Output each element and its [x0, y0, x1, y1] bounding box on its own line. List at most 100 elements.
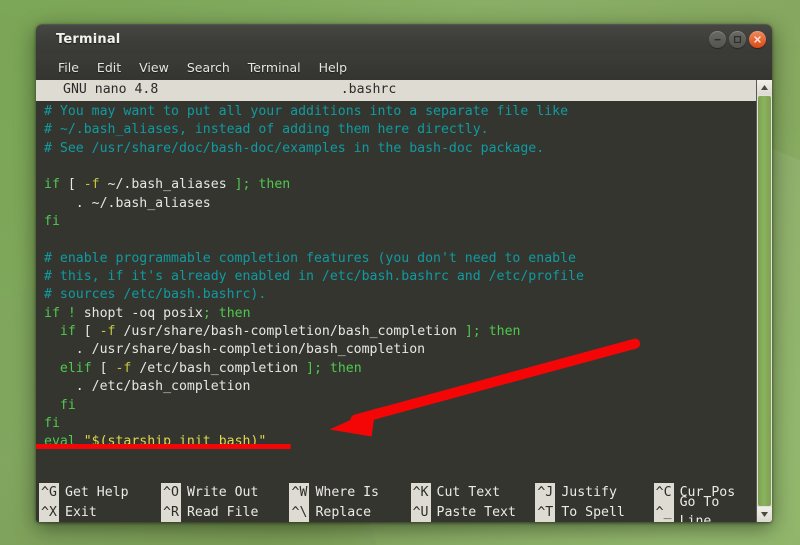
shortcut-key: ^J — [535, 483, 556, 503]
menu-item-edit[interactable]: Edit — [88, 57, 130, 78]
code-line: # this, if it's already enabled in /etc/… — [44, 268, 756, 286]
shortcut-label: Paste Text — [436, 504, 516, 520]
shortcut-label: Read File — [186, 504, 259, 520]
code-span-pl: /usr/share/bash-completion/bash_completi… — [115, 324, 465, 340]
shortcut-key: ^C — [653, 483, 674, 503]
shortcut-exit[interactable]: ^X Exit — [39, 502, 161, 522]
code-span-pl — [60, 306, 68, 321]
shortcut-get-help[interactable]: ^G Get Help — [39, 483, 161, 503]
shortcut-key: ^X — [39, 502, 59, 522]
shortcut-label: Go To Line — [679, 494, 720, 522]
shortcut-justify[interactable]: ^J Justify — [535, 483, 653, 503]
code-line: eval "$(starship init bash)" — [44, 433, 756, 451]
shortcut-label: Justify — [561, 485, 617, 500]
code-line: . /usr/share/bash-completion/bash_comple… — [44, 341, 756, 359]
code-span-pl: [ — [91, 360, 116, 376]
scroll-up-icon — [761, 85, 768, 90]
code-span-kw: ]; — [234, 177, 251, 193]
code-span-kw: elif — [59, 360, 92, 376]
window-titlebar[interactable]: Terminal — [36, 24, 772, 54]
code-span-kw: then — [258, 177, 291, 193]
code-span-cmt: # this, if it's already enabled in /etc/… — [44, 269, 584, 285]
code-span-str: "$(starship init bash)" — [83, 434, 267, 450]
code-span-kw: ]; — [306, 360, 322, 376]
code-span-pl — [44, 324, 60, 339]
code-span-cmt: # You may want to put all your additions… — [44, 104, 569, 119]
scroll-down-icon — [761, 512, 768, 517]
code-line: # You may want to put all your additions… — [44, 103, 756, 121]
shortcut-cut-text[interactable]: ^K Cut Text — [410, 483, 536, 503]
code-line: . ~/.bash_aliases — [44, 195, 756, 213]
code-line: # ~/.bash_aliases, instead of adding the… — [44, 121, 756, 139]
minimize-button[interactable] — [709, 31, 726, 48]
code-line: fi — [44, 397, 756, 415]
shortcut-paste-text[interactable]: ^U Paste Text — [410, 502, 536, 522]
code-line: fi — [44, 415, 756, 433]
shortcut-replace[interactable]: ^\ Replace — [289, 502, 410, 522]
menu-item-terminal[interactable]: Terminal — [239, 57, 310, 78]
scroll-up-button[interactable] — [757, 80, 772, 95]
menu-item-search[interactable]: Search — [178, 57, 239, 78]
code-span-pl: /etc/bash_completion — [131, 360, 307, 376]
window-controls — [709, 25, 766, 54]
code-span-pl: [ — [75, 324, 100, 340]
vertical-scrollbar[interactable] — [756, 80, 772, 522]
shortcut-go-to-line[interactable]: ^_ Go To Line — [653, 495, 756, 522]
scrollbar-track[interactable] — [757, 95, 772, 507]
shortcut-key: ^W — [289, 483, 310, 503]
shortcut-where-is[interactable]: ^W Where Is — [289, 483, 410, 503]
code-span-kw: then — [218, 305, 251, 321]
close-icon — [754, 36, 761, 43]
shortcut-key: ^O — [160, 483, 181, 503]
code-span-pl: ~/.bash_aliases — [99, 177, 235, 193]
code-span-kw: fi — [59, 397, 76, 413]
shortcut-key: ^G — [39, 483, 59, 503]
code-span-pl — [76, 434, 84, 449]
minimize-icon — [714, 39, 721, 41]
code-span-pl — [44, 361, 60, 376]
nano-text-buffer[interactable]: # You may want to put all your additions… — [36, 101, 756, 452]
shortcut-key: ^U — [410, 502, 431, 522]
nano-editor-screen[interactable]: GNU nano 4.8 .bashrc # You may want to p… — [36, 80, 756, 522]
code-span-kw: ! — [67, 305, 76, 321]
shortcut-read-file[interactable]: ^R Read File — [160, 502, 290, 522]
nano-filename: .bashrc — [340, 82, 397, 98]
shortcut-label: Cut Text — [436, 485, 501, 500]
maximize-button[interactable] — [729, 31, 746, 48]
shortcut-label: Where Is — [315, 485, 380, 500]
shortcut-write-out[interactable]: ^O Write Out — [160, 483, 290, 503]
shortcut-to-spell[interactable]: ^T To Spell — [535, 502, 653, 522]
menubar[interactable]: File Edit View Search Terminal Help — [36, 54, 772, 80]
menu-item-help[interactable]: Help — [310, 57, 357, 78]
scrollbar-thumb[interactable] — [758, 96, 771, 506]
code-line: fi — [44, 213, 756, 231]
code-span-pl — [44, 398, 60, 413]
shortcut-row-secondary: ^X Exit ^R Read File ^\ Replace ^U Paste Text ^T… — [39, 495, 756, 522]
menu-item-view[interactable]: View — [130, 57, 178, 78]
code-span-kw: if — [44, 177, 60, 193]
code-line: if ! shopt -oq posix; then — [44, 305, 756, 323]
code-line: # sources /etc/bash.bashrc). — [44, 286, 756, 304]
code-line: . /etc/bash_completion — [44, 378, 756, 396]
code-span-cmt: # ~/.bash_aliases, instead of adding the… — [44, 122, 489, 138]
code-line: # enable programmable completion feature… — [44, 250, 756, 268]
shortcut-label: To Spell — [561, 504, 625, 520]
maximize-icon — [733, 35, 742, 44]
menu-item-file[interactable]: File — [49, 57, 88, 78]
code-span-kw: if — [59, 324, 76, 340]
code-span-kw: fi — [44, 214, 60, 230]
terminal-window[interactable]: Terminal File Edit View Search Terminal … — [36, 24, 772, 522]
code-span-kw: ]; — [464, 324, 481, 340]
code-line: if [ -f /usr/share/bash-completion/bash_… — [44, 323, 756, 341]
code-span-opt: -f — [115, 360, 132, 376]
close-button[interactable] — [749, 31, 766, 48]
code-span-kw: then — [329, 360, 362, 376]
code-span-kw: if — [44, 305, 60, 321]
scroll-down-button[interactable] — [757, 507, 772, 522]
code-span-opt: -f — [99, 324, 116, 340]
window-title: Terminal — [56, 32, 121, 47]
code-line: elif [ -f /etc/bash_completion ]; then — [44, 360, 756, 378]
shortcut-key: ^K — [410, 483, 431, 503]
